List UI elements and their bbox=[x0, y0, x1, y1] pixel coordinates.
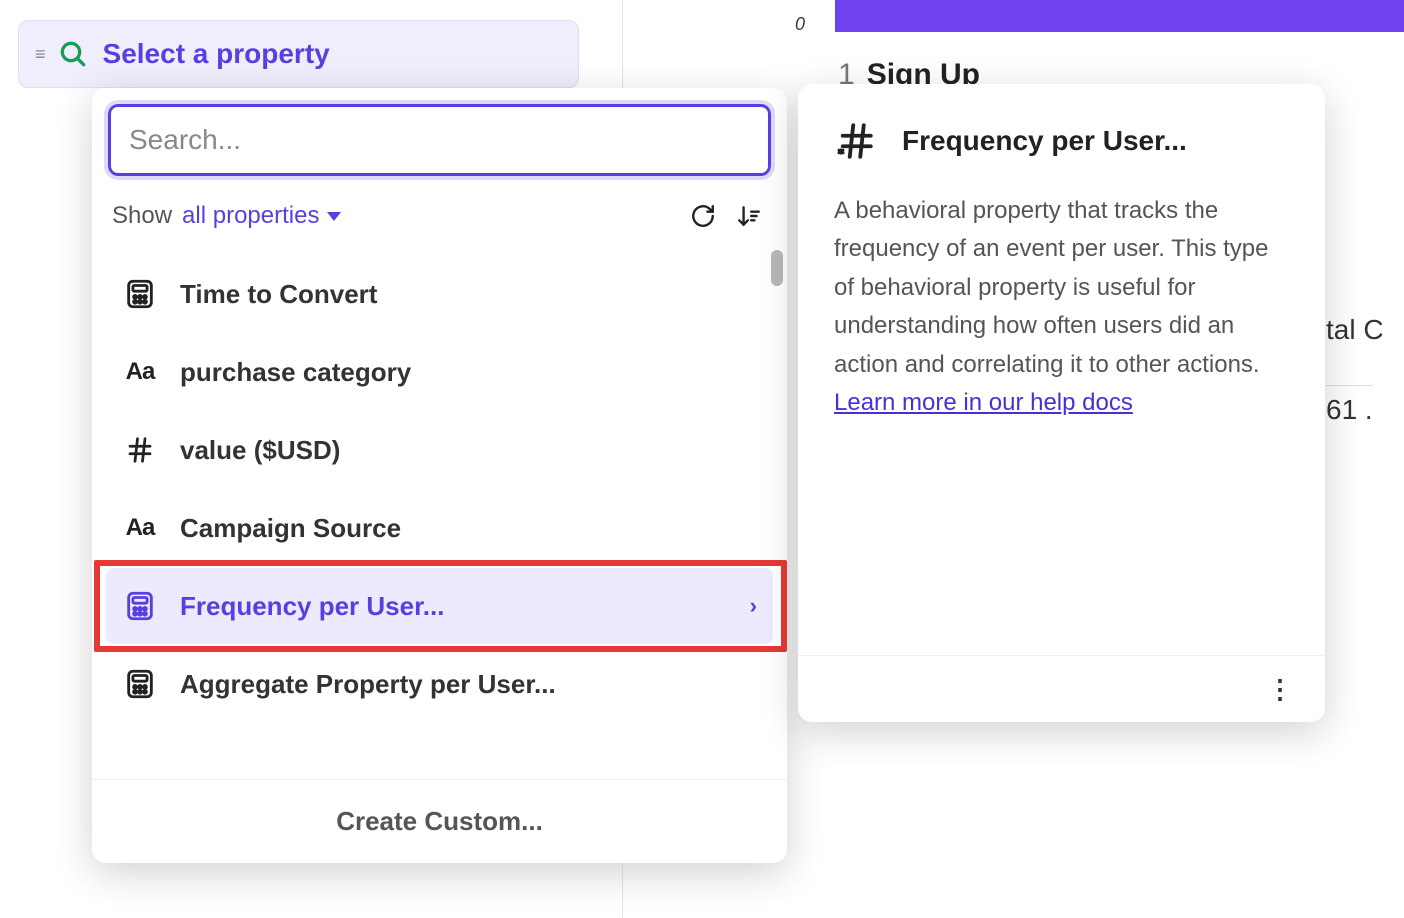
property-list: Time to Convert Aa purchase category val… bbox=[92, 250, 787, 779]
list-item-value-usd[interactable]: value ($USD) bbox=[106, 412, 773, 488]
detail-title: Frequency per User... bbox=[902, 125, 1187, 157]
list-item-label: Aggregate Property per User... bbox=[180, 669, 556, 700]
search-icon bbox=[57, 38, 89, 70]
property-select-trigger[interactable]: ≡ Select a property bbox=[18, 20, 579, 88]
list-item-frequency-per-user[interactable]: Frequency per User... › bbox=[106, 568, 773, 644]
list-item-aggregate-property-per-user[interactable]: Aggregate Property per User... bbox=[106, 646, 773, 722]
list-item-label: Time to Convert bbox=[180, 279, 377, 310]
list-item-time-to-convert[interactable]: Time to Convert bbox=[106, 256, 773, 332]
top-accent-bar bbox=[835, 0, 1404, 32]
filter-dropdown[interactable]: all properties bbox=[182, 202, 341, 230]
property-detail-popover: Frequency per User... A behavioral prope… bbox=[798, 84, 1325, 722]
hash-star-icon bbox=[834, 120, 876, 162]
sort-button[interactable] bbox=[731, 198, 767, 234]
detail-description-text: A behavioral property that tracks the fr… bbox=[834, 197, 1268, 378]
create-custom-button[interactable]: Create Custom... bbox=[336, 806, 543, 836]
list-item-label: value ($USD) bbox=[180, 435, 340, 466]
learn-more-link[interactable]: Learn more in our help docs bbox=[834, 389, 1133, 416]
partial-column-header: tal C bbox=[1326, 314, 1384, 346]
calculator-icon bbox=[122, 666, 158, 702]
show-label: Show bbox=[112, 202, 172, 230]
list-item-campaign-source[interactable]: Aa Campaign Source bbox=[106, 490, 773, 566]
text-icon: Aa bbox=[122, 510, 158, 546]
calculator-icon bbox=[122, 276, 158, 312]
count-badge: 0 bbox=[795, 14, 805, 35]
filter-label: all properties bbox=[182, 202, 319, 230]
chevron-right-icon: › bbox=[750, 593, 757, 619]
partial-column-value: 61 . bbox=[1326, 385, 1373, 426]
more-options-button[interactable]: ⋮ bbox=[1259, 672, 1301, 706]
calculator-icon bbox=[122, 588, 158, 624]
number-icon bbox=[122, 432, 158, 468]
text-icon: Aa bbox=[122, 354, 158, 390]
search-input[interactable] bbox=[108, 104, 771, 176]
drag-handle-icon: ≡ bbox=[35, 44, 43, 65]
list-item-label: purchase category bbox=[180, 357, 411, 388]
list-item-label: Frequency per User... bbox=[180, 591, 444, 622]
trigger-label: Select a property bbox=[103, 38, 330, 70]
list-item-purchase-category[interactable]: Aa purchase category bbox=[106, 334, 773, 410]
list-item-label: Campaign Source bbox=[180, 513, 401, 544]
refresh-button[interactable] bbox=[685, 198, 721, 234]
chevron-down-icon bbox=[327, 212, 341, 221]
property-dropdown: Show all properties Time to Convert Aa bbox=[92, 88, 787, 863]
detail-description: A behavioral property that tracks the fr… bbox=[798, 182, 1325, 655]
